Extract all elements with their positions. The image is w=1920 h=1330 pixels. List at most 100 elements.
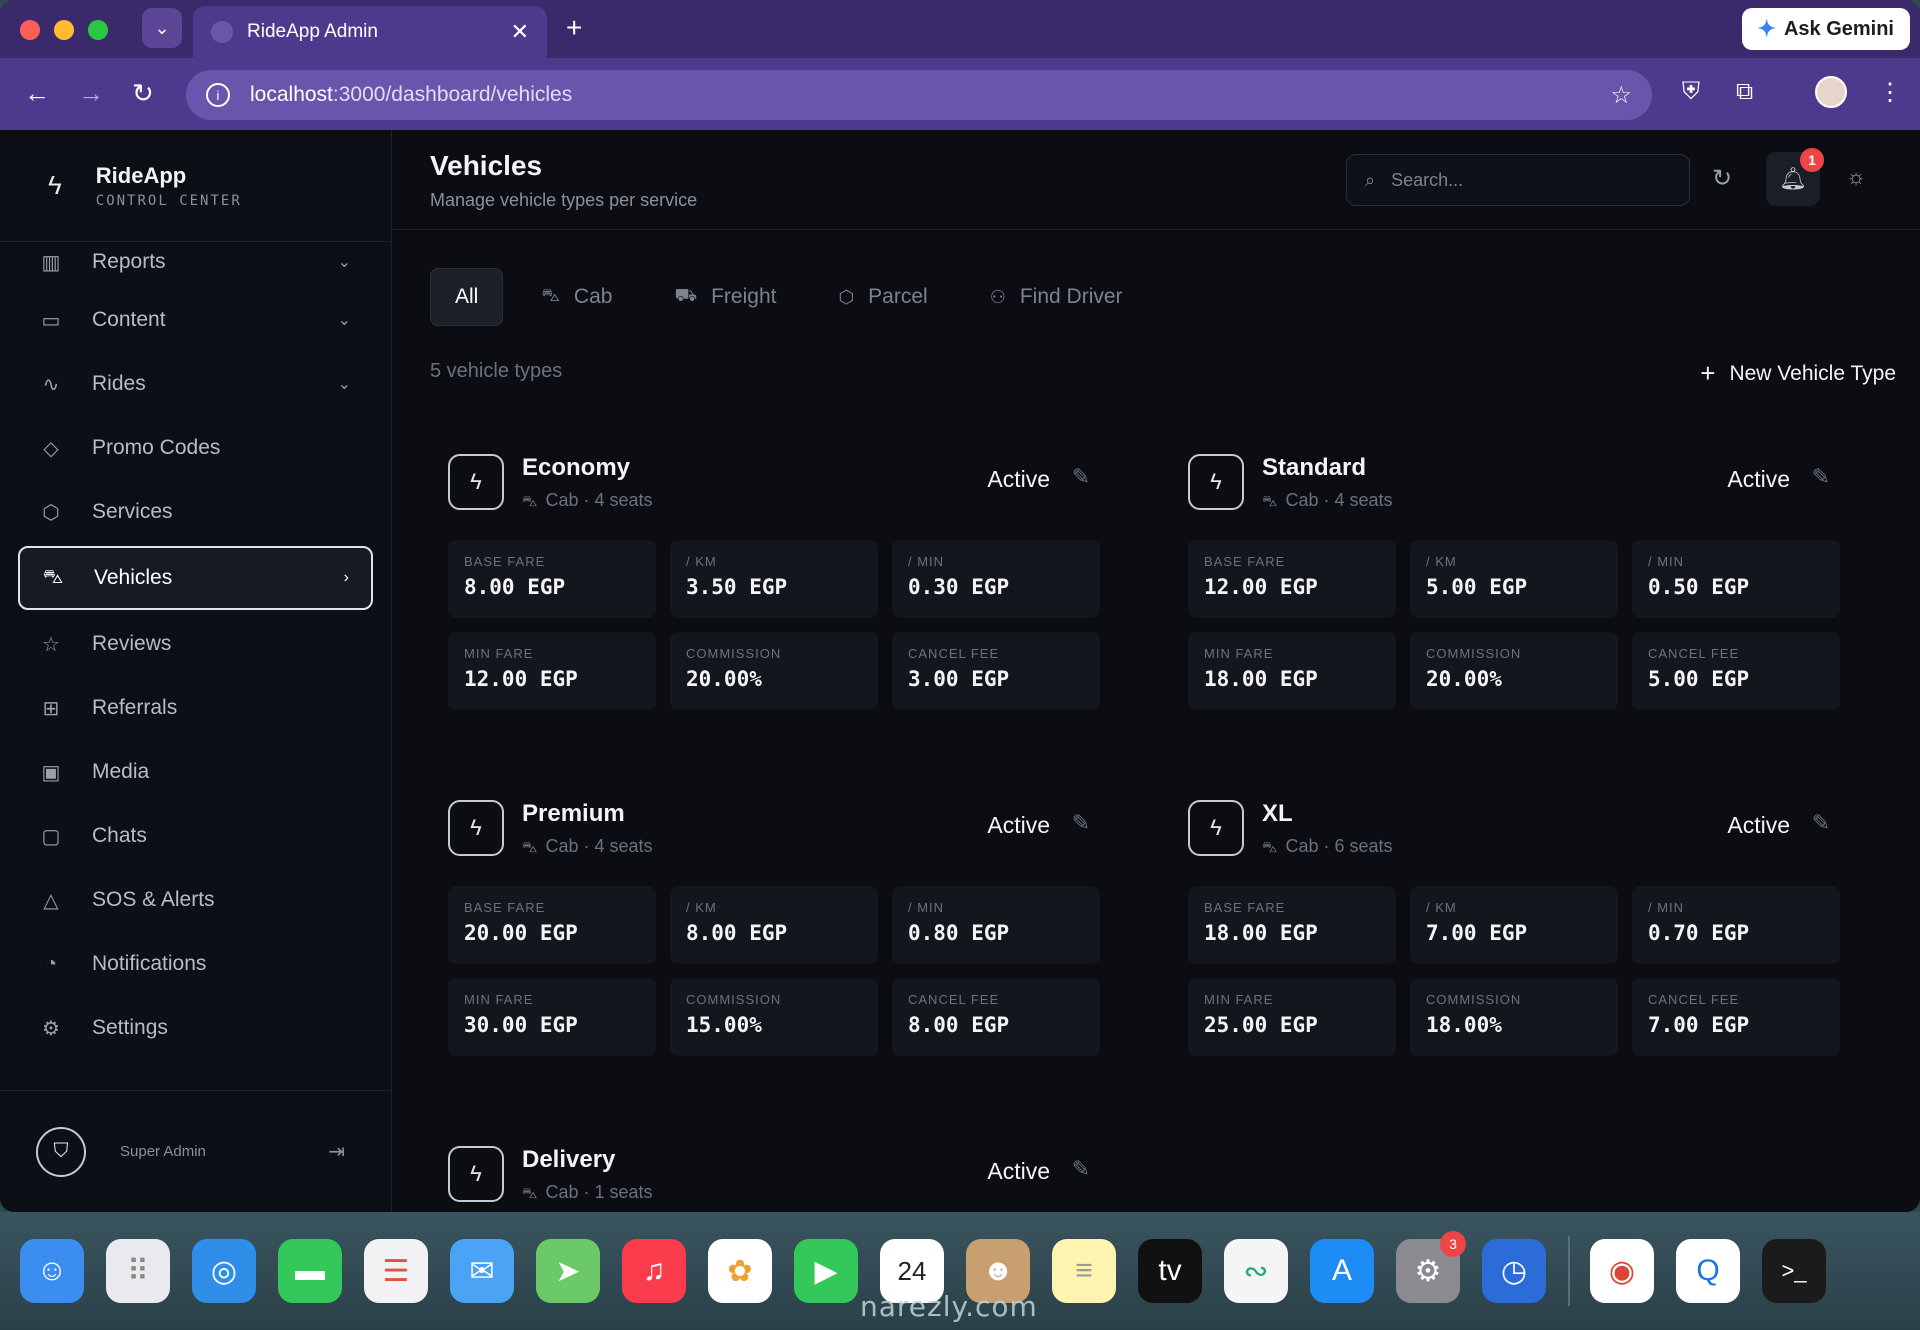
status-toggle[interactable]: Active xyxy=(987,466,1050,493)
back-icon[interactable]: ← xyxy=(24,78,50,109)
zoom-window-button[interactable] xyxy=(88,20,108,40)
status-toggle[interactable]: Active xyxy=(1727,812,1790,839)
stat-value: 18.00 EGP xyxy=(1204,667,1318,691)
refresh-icon[interactable]: ↻ xyxy=(1712,164,1732,193)
apple-tv-icon[interactable]: tv xyxy=(1138,1239,1202,1303)
messages-icon[interactable]: ▬ xyxy=(278,1239,342,1303)
vehicle-card-header: ϟ Premium ⛍ Cab · 4 seats Active ✎ xyxy=(448,800,1102,862)
profile-avatar[interactable] xyxy=(1815,76,1847,108)
site-info-icon[interactable]: i xyxy=(206,83,230,107)
vehicle-meta-text: Cab · 4 seats xyxy=(545,836,653,856)
extensions-icon[interactable]: ⧉ xyxy=(1736,78,1753,106)
vehicle-card: ϟ XL ⛍ Cab · 6 seats Active ✎ BASE FARE 18.00 E… xyxy=(1188,800,1842,1056)
status-toggle[interactable]: Active xyxy=(987,1158,1050,1185)
edit-icon[interactable]: ✎ xyxy=(1072,810,1090,836)
chevron-down-icon: ⌄ xyxy=(337,254,351,271)
edit-icon[interactable]: ✎ xyxy=(1812,810,1830,836)
launchpad-icon[interactable]: ⠿ xyxy=(106,1239,170,1303)
freeform-icon[interactable]: ∾ xyxy=(1224,1239,1288,1303)
fare-stat: BASE FARE 12.00 EGP xyxy=(1188,540,1396,618)
tab-label: Cab xyxy=(573,285,613,308)
minimize-window-button[interactable] xyxy=(54,20,74,40)
stat-value: 8.00 EGP xyxy=(464,575,566,599)
vehicle-meta-text: Cab · 4 seats xyxy=(1285,490,1393,510)
stat-value: 12.00 EGP xyxy=(464,667,578,691)
terminal-icon[interactable]: >_ xyxy=(1762,1239,1826,1303)
sidebar-item-media[interactable]: ▣ Media xyxy=(18,740,373,804)
search-placeholder: Search... xyxy=(1391,169,1464,190)
tab-cab[interactable]: ⛍ Cab xyxy=(517,268,636,326)
vehicle-card: ϟ Standard ⛍ Cab · 4 seats Active ✎ BASE FARE 1… xyxy=(1188,454,1842,710)
sidebar-item-sos-alerts[interactable]: △ SOS & Alerts xyxy=(18,868,373,932)
safari-icon[interactable]: ◎ xyxy=(192,1239,256,1303)
stat-label: BASE FARE xyxy=(1204,554,1286,569)
theme-toggle-icon[interactable]: ☼ xyxy=(1846,164,1866,190)
stat-value: 3.00 EGP xyxy=(908,667,1010,691)
sidebar-item-services[interactable]: ⬡ Services xyxy=(18,480,373,544)
sidebar-item-chats[interactable]: ▢ Chats xyxy=(18,804,373,868)
fare-stat: CANCEL FEE 7.00 EGP xyxy=(1632,978,1840,1056)
shield-extension-icon[interactable]: ⛨ xyxy=(1682,78,1700,106)
vehicle-meta: ⛍ Cab · 4 seats xyxy=(522,490,653,512)
search-input[interactable]: ⌕ Search... xyxy=(1346,154,1690,206)
notes-icon[interactable]: ≡ xyxy=(1052,1239,1116,1303)
status-toggle[interactable]: Active xyxy=(1727,466,1790,493)
edit-icon[interactable]: ✎ xyxy=(1812,464,1830,490)
address-bar[interactable]: i localhost :3000/dashboard/vehicles ☆ xyxy=(186,70,1652,120)
tab-freight[interactable]: ⛟ Freight xyxy=(650,268,800,326)
fare-stat: / KM 8.00 EGP xyxy=(670,886,878,964)
sidebar-item-settings[interactable]: ⚙ Settings xyxy=(18,996,373,1060)
chrome-icon[interactable]: ◉ xyxy=(1590,1239,1654,1303)
sidebar-item-notifications[interactable]: ◔ Notifications xyxy=(18,932,373,996)
close-tab-icon[interactable]: ✕ xyxy=(511,19,529,45)
sidebar-item-vehicles[interactable]: ⛍ Vehicles › xyxy=(18,546,373,610)
fare-stat: / MIN 0.30 EGP xyxy=(892,540,1100,618)
close-window-button[interactable] xyxy=(20,20,40,40)
ask-gemini-button[interactable]: ✦ Ask Gemini xyxy=(1741,8,1910,50)
edit-icon[interactable]: ✎ xyxy=(1072,1156,1090,1182)
music-icon[interactable]: ♫ xyxy=(622,1239,686,1303)
mail-icon[interactable]: ✉ xyxy=(450,1239,514,1303)
new-tab-button[interactable]: + xyxy=(566,12,582,44)
sidebar-item-promo-codes[interactable]: ◇ Promo Codes xyxy=(18,416,373,480)
maps-icon[interactable]: ➤ xyxy=(536,1239,600,1303)
sidebar-item-content[interactable]: ▭ Content ⌄ xyxy=(18,288,373,352)
sidebar-item-label: Services xyxy=(92,500,173,523)
new-vehicle-type-button[interactable]: + New Vehicle Type xyxy=(1700,358,1896,389)
shield-icon: ⛉ xyxy=(36,1126,86,1177)
more-menu-icon[interactable]: ⋮ xyxy=(1878,78,1902,107)
sidebar-item-label: Reviews xyxy=(92,632,172,655)
bookmark-star-icon[interactable]: ☆ xyxy=(1610,81,1632,110)
status-toggle[interactable]: Active xyxy=(987,812,1050,839)
tab-find-driver[interactable]: ⚇ Find Driver xyxy=(966,268,1147,326)
tab-parcel[interactable]: ⬡ Parcel xyxy=(814,268,951,326)
sidebar-item-referrals[interactable]: ⊞ Referrals xyxy=(18,676,373,740)
tab-label: All xyxy=(455,285,479,308)
sidebar-item-rides[interactable]: ∿ Rides ⌄ xyxy=(18,352,373,416)
finder-icon[interactable]: ☺ xyxy=(20,1239,84,1303)
edit-icon[interactable]: ✎ xyxy=(1072,464,1090,490)
screen-time-icon[interactable]: ◷ xyxy=(1482,1239,1546,1303)
sidebar-item-label: Reports xyxy=(92,250,166,273)
sidebar-item-reports[interactable]: ▥ Reports ⌄ xyxy=(18,236,373,288)
book-icon: ▭ xyxy=(41,309,61,332)
browser-tab[interactable]: RideApp Admin ✕ xyxy=(193,6,547,58)
logout-icon[interactable]: ⇥ xyxy=(328,1139,345,1164)
stat-label: MIN FARE xyxy=(1204,992,1274,1007)
lightning-icon: ϟ xyxy=(448,800,504,856)
quicktime-icon[interactable]: Q xyxy=(1676,1239,1740,1303)
forward-icon[interactable]: → xyxy=(78,78,104,109)
sidebar-item-reviews[interactable]: ☆ Reviews xyxy=(18,612,373,676)
reload-icon[interactable]: ↻ xyxy=(132,78,154,109)
facetime-icon[interactable]: ▶ xyxy=(794,1239,858,1303)
fare-stat: / KM 5.00 EGP xyxy=(1410,540,1618,618)
stat-value: 7.00 EGP xyxy=(1426,921,1528,945)
app-store-icon[interactable]: A xyxy=(1310,1239,1374,1303)
reminders-icon[interactable]: ☰ xyxy=(364,1239,428,1303)
system-settings-icon[interactable]: ⚙ 3 xyxy=(1396,1231,1466,1303)
tab-all[interactable]: All xyxy=(430,268,504,326)
stat-label: / KM xyxy=(1426,554,1457,569)
photos-icon[interactable]: ✿ xyxy=(708,1239,772,1303)
tab-search-button[interactable]: ⌄ xyxy=(142,8,182,48)
fare-stat: / MIN 0.70 EGP xyxy=(1632,886,1840,964)
